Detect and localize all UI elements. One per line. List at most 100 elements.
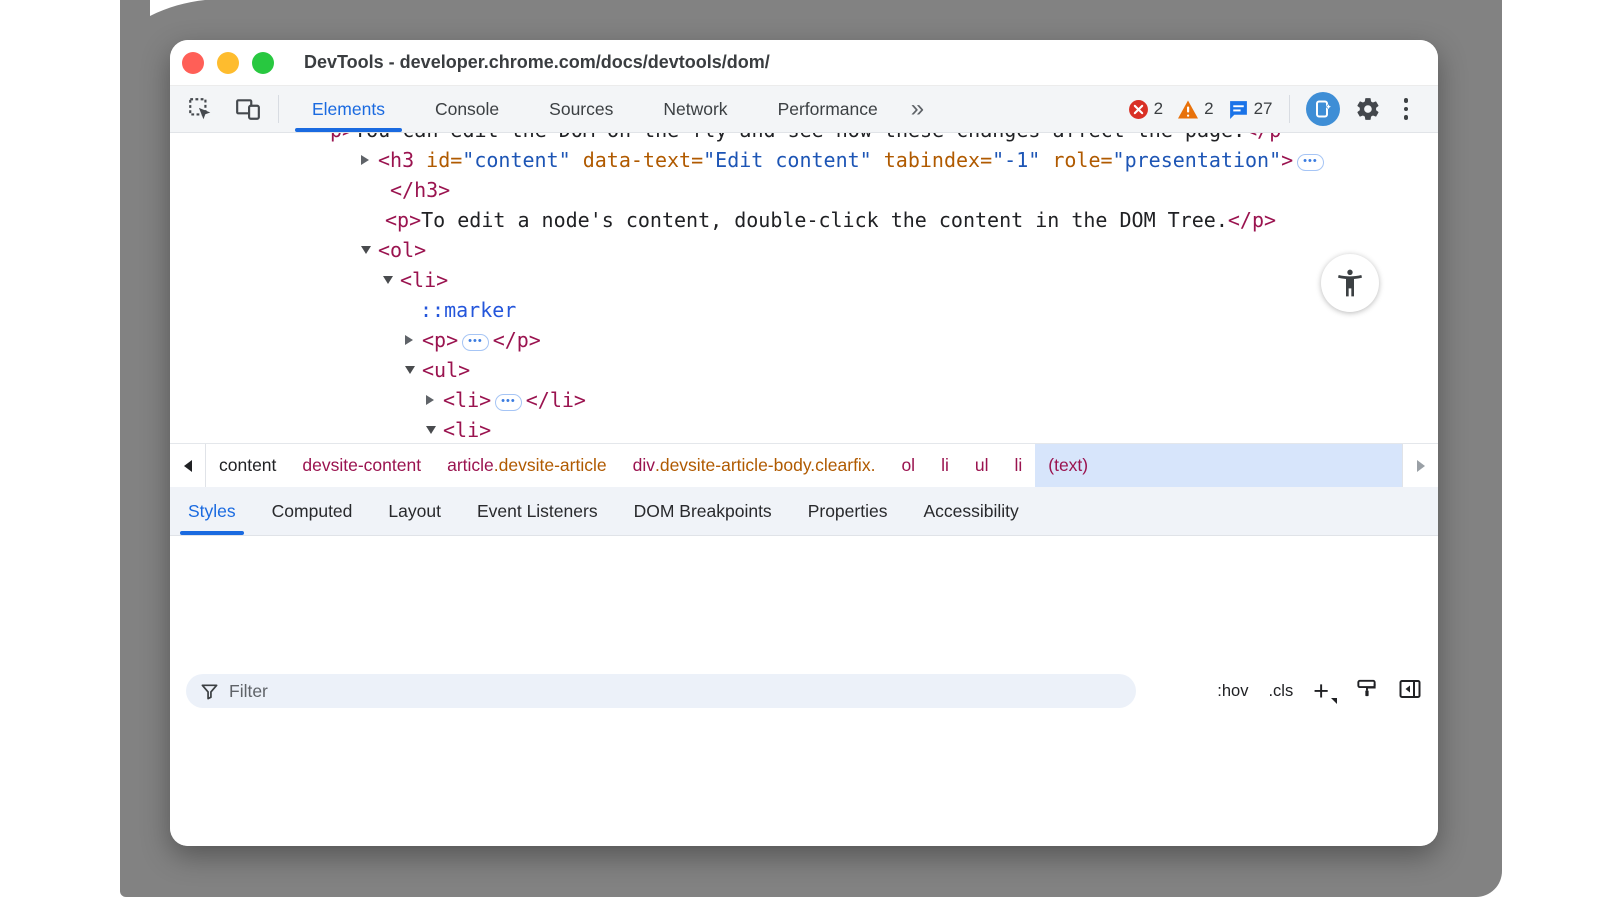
devtools-toolbar: ElementsConsoleSourcesNetworkPerformance…: [170, 86, 1438, 133]
error-icon: [1128, 99, 1149, 120]
device-toolbar-icon[interactable]: [234, 95, 262, 123]
accessibility-overlay-button[interactable]: [1321, 254, 1379, 312]
expand-arrow-icon[interactable]: [361, 145, 369, 175]
tab-layout[interactable]: Layout: [370, 487, 459, 535]
dom-tree-row[interactable]: <li>: [170, 415, 1438, 443]
styles-filter-bar: :hov .cls +: [170, 536, 1438, 846]
breadcrumb-bar: content devsite-contentarticle.devsite-ar…: [170, 443, 1438, 487]
breadcrumb-item[interactable]: ol: [888, 444, 928, 487]
panel-tabs: ElementsConsoleSourcesNetworkPerformance: [287, 86, 903, 133]
breadcrumb-item[interactable]: article.devsite-article: [434, 444, 620, 487]
tab-computed[interactable]: Computed: [254, 487, 371, 535]
more-tabs-button[interactable]: »: [903, 87, 932, 131]
expand-arrow-icon[interactable]: [405, 325, 413, 355]
dock-sidebar-toggle-icon[interactable]: [1398, 678, 1422, 705]
filter-funnel-icon: [200, 682, 219, 701]
code-token-val: "-1": [992, 148, 1040, 172]
dom-node-code: <li>: [400, 265, 448, 295]
styles-sidebar-tabs: StylesComputedLayoutEvent ListenersDOM B…: [170, 487, 1438, 536]
tab-properties[interactable]: Properties: [790, 487, 906, 535]
dom-node-code: p>You can edit the DOM on the fly and se…: [330, 133, 1281, 145]
breadcrumb-part-tag: (text): [1048, 455, 1088, 476]
chevron-left-icon: [184, 460, 192, 472]
dom-node-code: <h3 id="content" data-text="Edit content…: [378, 145, 1328, 175]
ai-assistance-button[interactable]: [1306, 92, 1340, 126]
dom-node-code: <p>To edit a node's content, double-clic…: [385, 205, 1276, 235]
expand-arrow-icon[interactable]: [426, 385, 434, 415]
minimize-window-button[interactable]: [217, 52, 239, 74]
breadcrumb-item[interactable]: li: [1001, 444, 1035, 487]
breadcrumb-part-tag: ul: [975, 455, 989, 476]
tab-sources[interactable]: Sources: [524, 86, 638, 133]
breadcrumb-part-plain: content: [219, 455, 276, 476]
breadcrumb-part-class: .devsite-article-body.clearfix.: [655, 455, 875, 476]
chevron-right-icon: [1417, 460, 1425, 472]
toggle-hover-state-button[interactable]: :hov: [1217, 682, 1248, 701]
page-corner-notch: [150, 0, 205, 16]
new-style-rule-button[interactable]: +: [1313, 681, 1335, 701]
expand-ellipsis-button[interactable]: •••: [1297, 154, 1324, 171]
expand-ellipsis-button[interactable]: •••: [495, 394, 522, 411]
code-token-tag: </p>: [493, 328, 541, 352]
dom-tree-row[interactable]: <h3 id="content" data-text="Edit content…: [170, 145, 1438, 175]
breadcrumb-item[interactable]: li: [928, 444, 962, 487]
title-bar: DevTools - developer.chrome.com/docs/dev…: [170, 40, 1438, 86]
breadcrumb-part-tag: div: [633, 455, 655, 476]
code-token-attr: tabindex=: [872, 148, 992, 172]
tab-dom-breakpoints[interactable]: DOM Breakpoints: [616, 487, 790, 535]
tab-styles[interactable]: Styles: [170, 487, 254, 535]
tab-elements[interactable]: Elements: [287, 86, 410, 133]
close-window-button[interactable]: [182, 52, 204, 74]
window-controls: [182, 52, 274, 74]
code-token-tag: <li>: [443, 388, 491, 412]
dom-tree-row[interactable]: <li>•••</li>: [170, 385, 1438, 415]
breadcrumb-item[interactable]: ul: [962, 444, 1002, 487]
accessibility-person-icon: [1334, 267, 1366, 299]
dom-node-code: <ul>: [422, 355, 470, 385]
screenshot-canvas: DevTools - developer.chrome.com/docs/dev…: [0, 0, 1600, 908]
dom-tree-row[interactable]: </h3>: [170, 175, 1438, 205]
dom-tree-row[interactable]: <p>•••</p>: [170, 325, 1438, 355]
warning-count-badge[interactable]: 2: [1177, 99, 1213, 120]
toggle-element-classes-button[interactable]: .cls: [1268, 682, 1293, 701]
tab-performance[interactable]: Performance: [753, 86, 903, 133]
issues-count-badge[interactable]: 27: [1228, 99, 1273, 120]
tab-event-listeners[interactable]: Event Listeners: [459, 487, 616, 535]
breadcrumb-item[interactable]: (text): [1035, 444, 1402, 487]
breadcrumb-scroll-left-button[interactable]: [170, 444, 206, 487]
dom-tree-row[interactable]: <p>To edit a node's content, double-clic…: [170, 205, 1438, 235]
dom-tree-row[interactable]: <ol>: [170, 235, 1438, 265]
collapse-arrow-icon[interactable]: [383, 265, 393, 295]
tab-accessibility[interactable]: Accessibility: [905, 487, 1036, 535]
inspect-element-icon[interactable]: [186, 95, 214, 123]
dom-tree-row[interactable]: <ul>: [170, 355, 1438, 385]
rendering-brush-icon[interactable]: [1355, 677, 1378, 705]
dom-tree-row[interactable]: p>You can edit the DOM on the fly and se…: [170, 133, 1438, 145]
style-filter-field[interactable]: [186, 674, 1136, 708]
collapse-arrow-icon[interactable]: [361, 235, 371, 265]
breadcrumb-item[interactable]: content: [206, 444, 289, 487]
breadcrumb-scroll-right-button[interactable]: [1402, 444, 1438, 487]
tab-console[interactable]: Console: [410, 86, 524, 133]
breadcrumb-part-class: .devsite-article: [494, 455, 607, 476]
error-count-badge[interactable]: 2: [1128, 99, 1163, 120]
dom-tree-row[interactable]: <li>: [170, 265, 1438, 295]
code-token-attr: id=: [414, 148, 462, 172]
settings-gear-icon[interactable]: [1354, 95, 1382, 123]
code-token-tag: <li>: [400, 268, 448, 292]
more-options-kebab-icon[interactable]: [1396, 94, 1417, 124]
collapse-arrow-icon[interactable]: [405, 355, 415, 385]
code-token-tag: </h3>: [390, 178, 450, 202]
code-token-tag: </p>: [1228, 208, 1276, 232]
dom-node-code: <ol>: [378, 235, 426, 265]
code-token-tag: </li>: [526, 388, 586, 412]
dom-node-code: <p>•••</p>: [422, 325, 541, 355]
dom-tree-row[interactable]: ::marker: [170, 295, 1438, 325]
tab-network[interactable]: Network: [638, 86, 752, 133]
expand-ellipsis-button[interactable]: •••: [462, 334, 489, 351]
zoom-window-button[interactable]: [252, 52, 274, 74]
breadcrumb-item[interactable]: div.devsite-article-body.clearfix.: [620, 444, 889, 487]
style-filter-input[interactable]: [229, 681, 1122, 702]
breadcrumb-item[interactable]: devsite-content: [289, 444, 434, 487]
collapse-arrow-icon[interactable]: [426, 415, 436, 443]
